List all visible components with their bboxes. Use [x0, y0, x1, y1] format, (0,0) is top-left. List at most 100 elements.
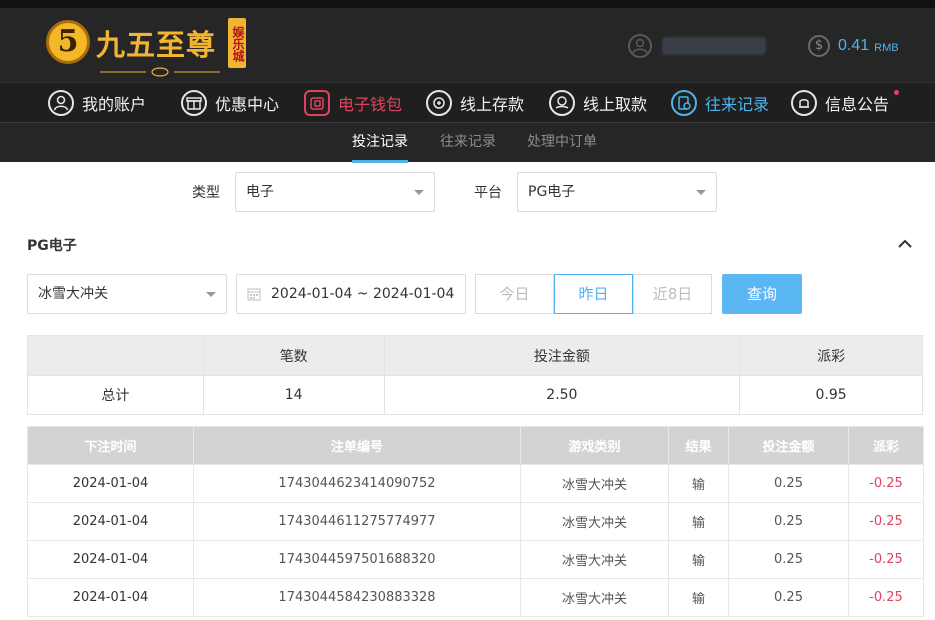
summary-cell: 0.95: [739, 375, 923, 415]
gift-icon: [181, 90, 207, 116]
deposit-icon: [426, 90, 452, 116]
payout: -0.25: [848, 464, 924, 503]
balance-amount: 0.41: [838, 37, 870, 54]
user-info[interactable]: [628, 34, 766, 58]
table-row[interactable]: 2024-01-04 1743044611275774977 冰雪大冲关 输 0…: [27, 502, 924, 541]
summary-cell: 2.50: [383, 375, 741, 415]
bet-amount: 0.25: [728, 540, 849, 579]
bet-time: 2024-01-04: [27, 540, 194, 579]
type-select[interactable]: 电子: [235, 172, 435, 212]
range-last-8-days-button[interactable]: 近8日: [633, 274, 712, 314]
nav-item-online-deposit[interactable]: 线上存款: [426, 88, 524, 118]
nav-label: 优惠中心: [215, 95, 280, 114]
user-icon: [48, 90, 74, 116]
game-name: 冰雪大冲关: [520, 578, 669, 617]
chevron-down-icon: [696, 190, 706, 195]
platform-label: 平台: [474, 185, 502, 201]
main-nav: 我的账户 优惠中心 电子钱包 线上存款 线上取款 往来记录 信息公告: [0, 82, 935, 122]
summary-header-cell: 投注金额: [383, 335, 741, 376]
table-row[interactable]: 2024-01-04 1743044597501688320 冰雪大冲关 输 0…: [27, 540, 924, 579]
balance-unit: RMB: [874, 42, 899, 54]
bet-amount: 0.25: [728, 464, 849, 503]
bet-amount: 0.25: [728, 502, 849, 541]
notification-dot: [894, 90, 900, 95]
tab-bet-records[interactable]: 投注记录: [352, 123, 408, 163]
chevron-down-icon: [206, 292, 216, 297]
bet-id: 1743044611275774977: [193, 502, 521, 541]
table-header-row: 下注时间 注单编号 游戏类别 结果 投注金额 派彩: [27, 426, 924, 465]
range-yesterday-button[interactable]: 昨日: [554, 274, 633, 314]
bet-result: 输: [668, 540, 729, 579]
nav-item-e-wallet[interactable]: 电子钱包: [304, 88, 402, 118]
bet-id: 1743044597501688320: [193, 540, 521, 579]
balance-display: $ 0.41 RMB: [808, 34, 899, 58]
column-header[interactable]: 下注时间: [27, 426, 194, 465]
username-masked: [662, 37, 766, 55]
bet-result: 输: [668, 464, 729, 503]
section-title: PG电子: [27, 238, 77, 254]
summary-cell: 总计: [27, 375, 204, 415]
table-row[interactable]: 2024-01-04 1743044584230883328 冰雪大冲关 输 0…: [27, 578, 924, 617]
bell-icon: [791, 90, 817, 116]
logo-tag: 娱乐城: [228, 18, 246, 68]
payout: -0.25: [848, 540, 924, 579]
tab-transaction-records[interactable]: 往来记录: [440, 123, 496, 163]
top-strip: [0, 0, 935, 8]
platform-select-value: PG电子: [528, 184, 576, 200]
brand-logo[interactable]: 5 九五至尊 娱乐城: [46, 16, 246, 77]
calendar-icon: [247, 288, 261, 301]
summary-header-cell: 派彩: [739, 335, 923, 376]
column-header[interactable]: 游戏类别: [520, 426, 669, 465]
nav-item-my-account[interactable]: 我的账户: [48, 88, 146, 118]
site-header: 5 九五至尊 娱乐城 $ 0.41 RMB: [0, 8, 935, 82]
logo-emblem: 5: [46, 20, 90, 64]
nav-label: 线上存款: [460, 95, 525, 114]
summary-total-row: 总计 14 2.50 0.95: [27, 375, 923, 415]
column-header[interactable]: 结果: [668, 426, 729, 465]
chevron-up-icon[interactable]: [898, 237, 912, 251]
platform-select[interactable]: PG电子: [517, 172, 717, 212]
date-range-value: 2024-01-04 ~ 2024-01-04: [271, 286, 455, 302]
nav-label: 往来记录: [705, 95, 770, 114]
bet-amount: 0.25: [728, 578, 849, 617]
withdraw-icon: [549, 90, 575, 116]
chevron-down-icon: [414, 190, 424, 195]
user-avatar-icon: [628, 34, 652, 58]
summary-header-row: 笔数 投注金额 派彩: [27, 335, 923, 376]
summary-cell: 14: [202, 375, 385, 415]
game-name: 冰雪大冲关: [520, 502, 669, 541]
wallet-icon: [304, 90, 330, 116]
game-select[interactable]: 冰雪大冲关: [27, 274, 227, 314]
column-header[interactable]: 注单编号: [193, 426, 521, 465]
range-today-button[interactable]: 今日: [475, 274, 554, 314]
nav-label: 信息公告: [825, 95, 890, 114]
bet-id: 1743044584230883328: [193, 578, 521, 617]
nav-item-promotions[interactable]: 优惠中心: [181, 88, 279, 118]
nav-label: 我的账户: [82, 95, 147, 114]
date-range-input[interactable]: 2024-01-04 ~ 2024-01-04: [236, 274, 466, 314]
bet-time: 2024-01-04: [27, 464, 194, 503]
bet-time: 2024-01-04: [27, 502, 194, 541]
bet-result: 输: [668, 502, 729, 541]
column-header[interactable]: 投注金额: [728, 426, 849, 465]
nav-item-announcements[interactable]: 信息公告: [791, 88, 900, 118]
summary-header-cell: 笔数: [202, 335, 385, 376]
nav-label: 电子钱包: [338, 95, 403, 114]
coin-icon: $: [808, 35, 830, 57]
bet-id: 1743044623414090752: [193, 464, 521, 503]
game-name: 冰雪大冲关: [520, 540, 669, 579]
game-select-value: 冰雪大冲关: [38, 286, 108, 302]
payout: -0.25: [848, 502, 924, 541]
nav-label: 线上取款: [583, 95, 648, 114]
tab-pending-orders[interactable]: 处理中订单: [527, 123, 597, 163]
nav-item-records[interactable]: 往来记录: [671, 88, 769, 118]
nav-item-online-withdraw[interactable]: 线上取款: [549, 88, 647, 118]
column-header[interactable]: 派彩: [848, 426, 924, 465]
query-button[interactable]: 查询: [722, 274, 802, 314]
type-label: 类型: [192, 185, 220, 201]
bet-result: 输: [668, 578, 729, 617]
game-name: 冰雪大冲关: [520, 464, 669, 503]
table-row[interactable]: 2024-01-04 1743044623414090752 冰雪大冲关 输 0…: [27, 464, 924, 503]
bet-time: 2024-01-04: [27, 578, 194, 617]
records-icon: [671, 90, 697, 116]
